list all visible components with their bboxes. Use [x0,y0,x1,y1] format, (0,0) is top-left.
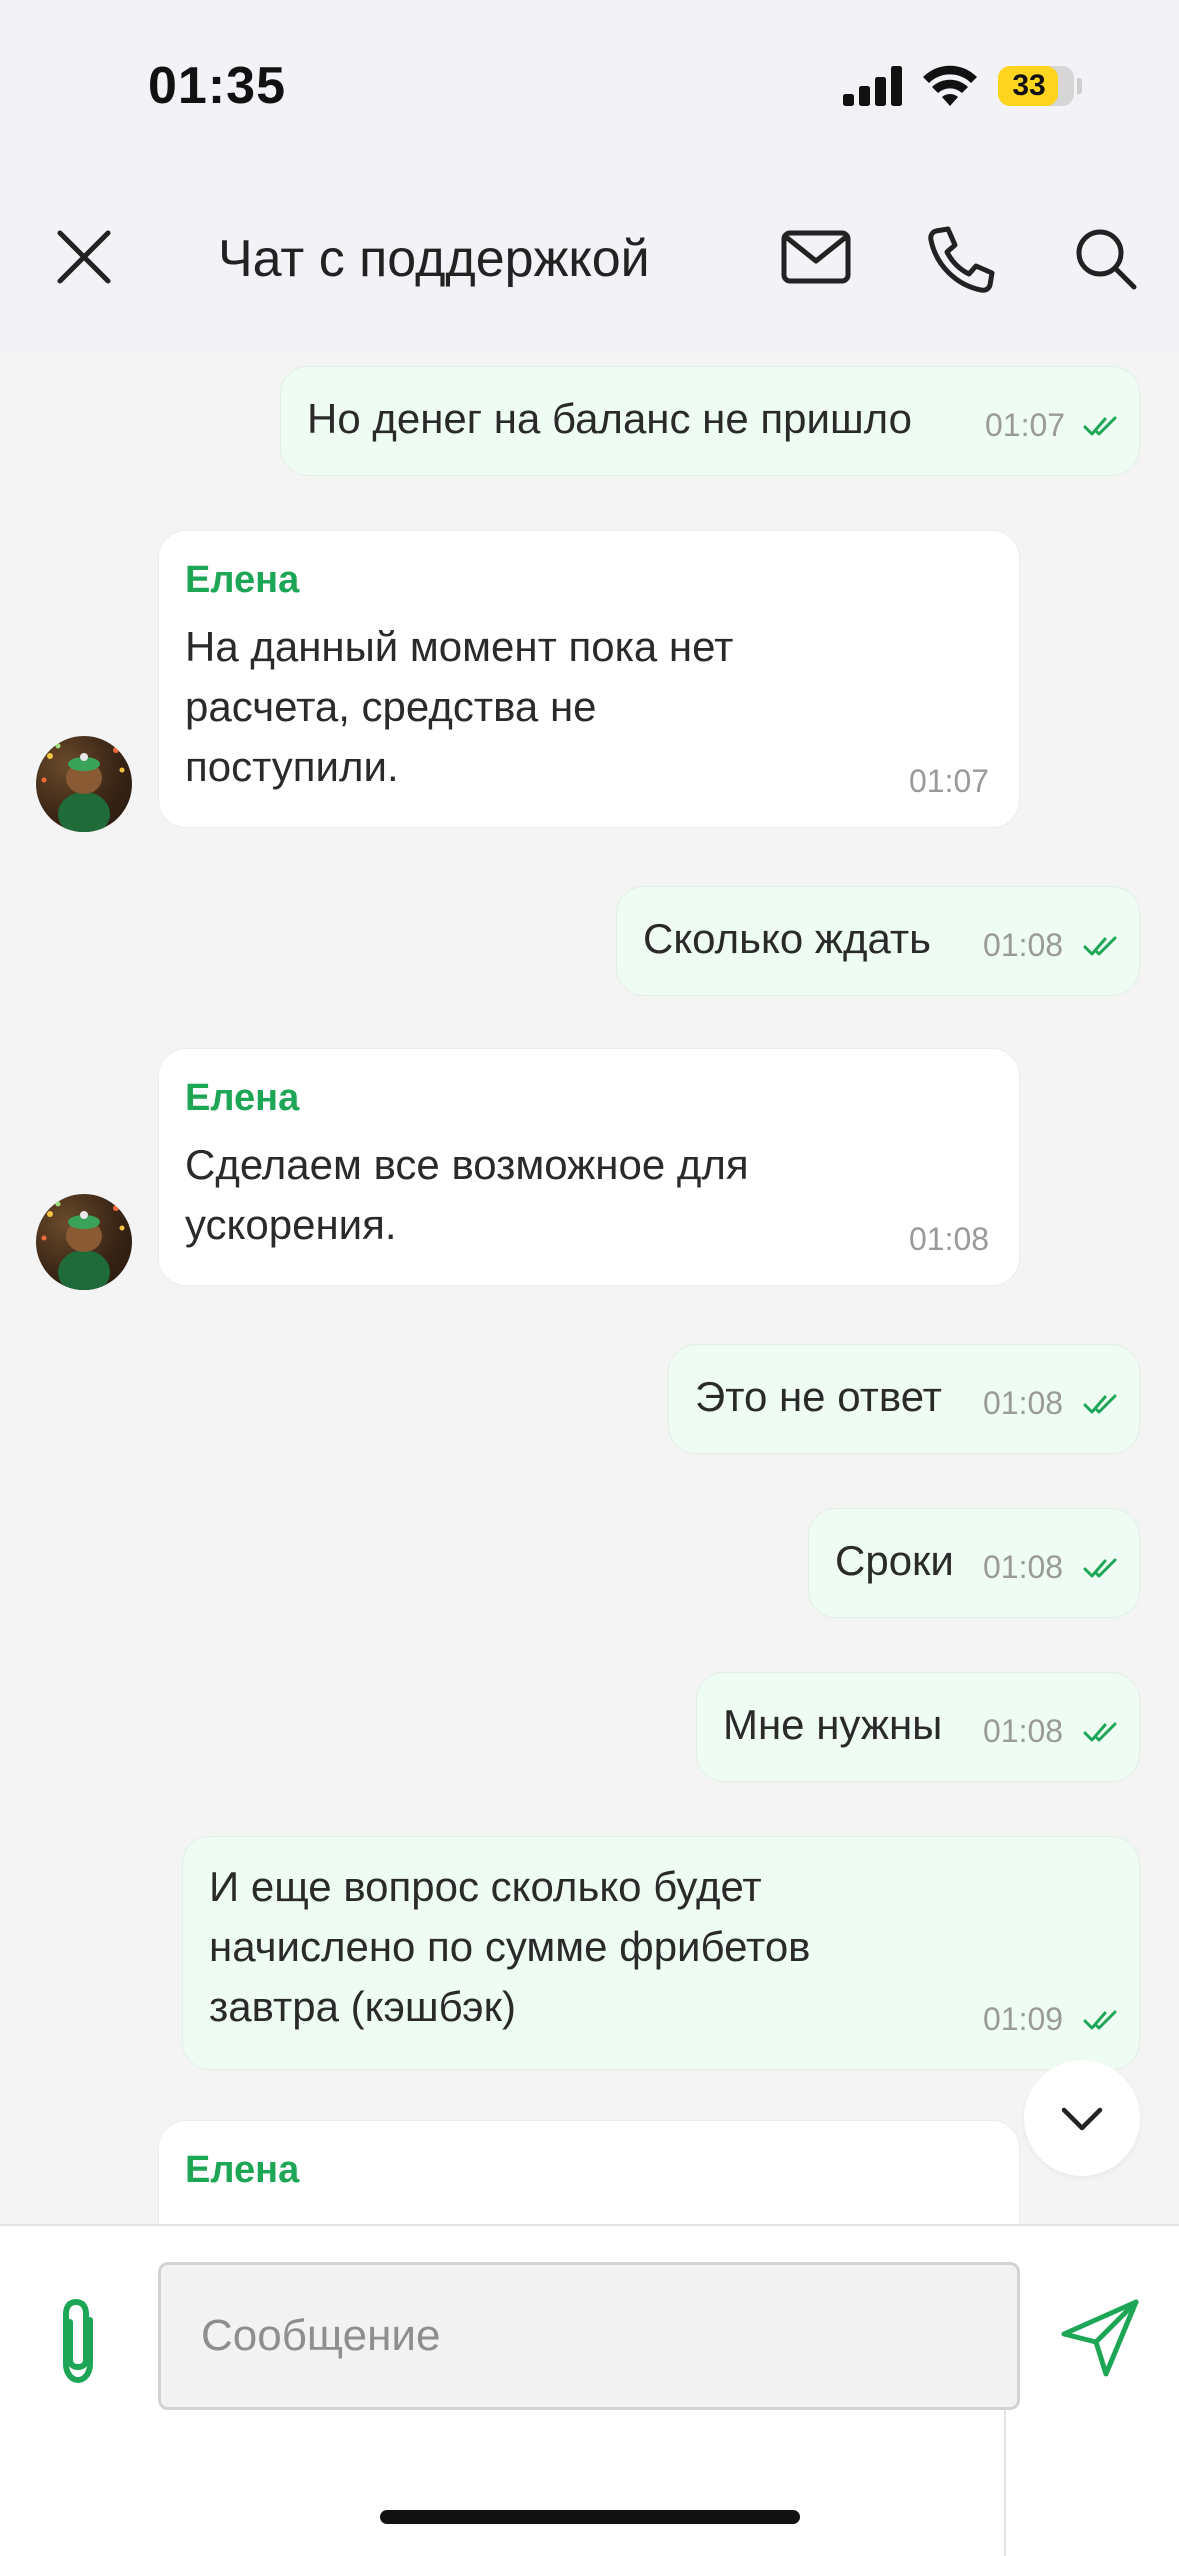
outgoing-message[interactable]: Мне нужны 01:08 [696,1672,1140,1782]
message-text: И еще вопрос сколько будет начислено по … [209,1863,811,2030]
phone-icon[interactable] [926,223,998,295]
message-time: 01:08 [983,927,1064,963]
incoming-message[interactable]: Елена [158,2120,1020,2224]
divider [1004,2410,1006,2556]
page-title: Чат с поддержкой [218,230,650,288]
message-composer [0,2224,1179,2556]
message-time: 01:08 [983,1713,1064,1749]
incoming-message[interactable]: Елена На данный момент пока нет расчета,… [158,530,1020,828]
mail-icon[interactable] [780,227,852,287]
message-text: На данный момент пока нет расчета, средс… [185,623,734,790]
sender-name: Елена [185,2149,300,2191]
chevron-down-icon [1061,2107,1103,2131]
status-time: 01:35 [148,57,286,115]
message-text: Но денег на баланс не пришло [307,395,912,442]
chat-header: Чат с поддержкой [0,175,1179,350]
read-checkmarks-icon [1083,416,1117,436]
message-time: 01:08 [983,1549,1064,1585]
message-time: 01:08 [983,1385,1064,1421]
wifi-icon [923,65,977,106]
agent-avatar-image [41,743,125,832]
message-list[interactable]: Но денег на баланс не пришло 01:07 Елена… [0,350,1179,2224]
message-text: Это не ответ [695,1373,942,1420]
message-input[interactable] [158,2262,1020,2410]
battery-indicator: 33 [998,66,1074,106]
read-checkmarks-icon [1083,2010,1117,2030]
read-checkmarks-icon [1083,936,1117,956]
read-checkmarks-icon [1083,1558,1117,1578]
sender-name: Елена [185,1077,300,1119]
battery-cap [1077,78,1082,94]
home-indicator[interactable] [380,2510,800,2524]
message-time: 01:07 [909,763,990,799]
read-checkmarks-icon [1083,1394,1117,1414]
read-checkmarks-icon [1083,1722,1117,1742]
message-text: Сроки [835,1537,954,1584]
outgoing-message[interactable]: Сроки 01:08 [808,1508,1140,1618]
cellular-signal-icon [843,66,902,106]
sender-name: Елена [185,559,300,601]
message-time: 01:07 [985,407,1066,443]
paperclip-icon[interactable] [48,2292,108,2388]
status-bar: 01:35 33 [0,0,1179,175]
battery-level: 33 [1012,69,1046,102]
close-icon[interactable] [52,225,116,289]
outgoing-message[interactable]: Это не ответ 01:08 [668,1344,1140,1454]
outgoing-message[interactable]: И еще вопрос сколько будет начислено по … [182,1836,1140,2070]
message-text: Сколько ждать [643,915,932,962]
avatar[interactable] [36,1194,132,1290]
message-text: Сделаем все возможное для ускорения. [185,1141,749,1248]
send-icon[interactable] [1058,2296,1142,2380]
search-icon[interactable] [1072,225,1138,291]
avatar[interactable] [36,736,132,832]
outgoing-message[interactable]: Сколько ждать 01:08 [616,886,1140,996]
incoming-message[interactable]: Елена Сделаем все возможное для ускорени… [158,1048,1020,1286]
scroll-to-bottom-button[interactable] [1024,2060,1140,2176]
chat-screen: 01:35 33 Чат с поддержкой Но денег на ба… [0,0,1179,2556]
outgoing-message[interactable]: Но денег на баланс не пришло 01:07 [280,366,1140,476]
message-time: 01:09 [983,2001,1064,2037]
message-time: 01:08 [909,1221,990,1257]
agent-avatar-image [41,1201,125,1290]
message-text: Мне нужны [723,1701,943,1748]
